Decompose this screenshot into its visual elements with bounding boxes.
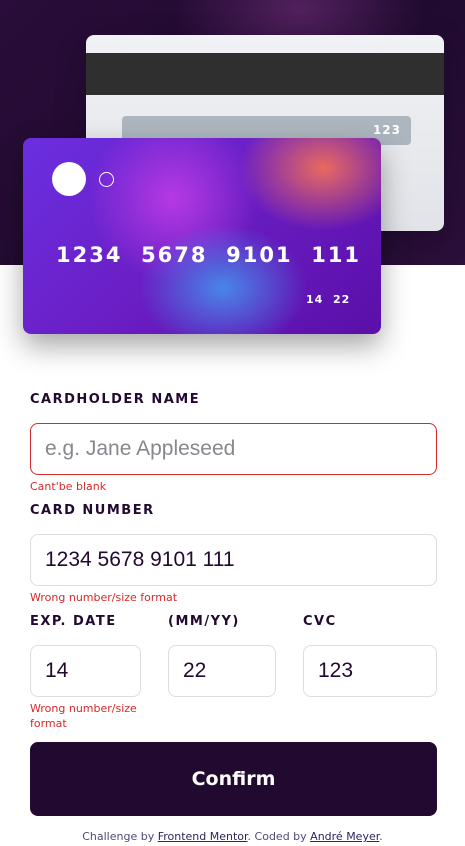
cardholder-name-field[interactable] bbox=[30, 423, 437, 475]
card-front: 1234 5678 9101 111 14 22 bbox=[23, 138, 381, 334]
card-logo-circle-large-icon bbox=[52, 162, 86, 196]
cvc-field[interactable] bbox=[303, 645, 437, 697]
card-back-cvc: 123 bbox=[372, 123, 401, 137]
exp-date-format-label: (MM/YY) bbox=[168, 614, 240, 629]
cvc-input[interactable] bbox=[318, 659, 422, 683]
confirm-button[interactable]: Confirm bbox=[30, 742, 437, 816]
footer-attribution: Challenge by Frontend Mentor. Coded by A… bbox=[0, 830, 465, 843]
card-number-field[interactable] bbox=[30, 534, 437, 586]
exp-year-field[interactable] bbox=[168, 645, 276, 697]
cardholder-name-error: Cant'be blank bbox=[30, 480, 107, 493]
card-logo-circle-small-icon bbox=[99, 172, 114, 187]
card-number-label: CARD NUMBER bbox=[30, 503, 155, 518]
card-front-exp-year: 22 bbox=[332, 293, 351, 306]
footer-prefix: Challenge by bbox=[82, 830, 158, 843]
author-link[interactable]: André Meyer bbox=[310, 830, 379, 843]
exp-date-error: Wrong number/size format bbox=[30, 702, 137, 730]
exp-date-label: EXP. DATE bbox=[30, 614, 117, 629]
exp-month-field[interactable] bbox=[30, 645, 141, 697]
exp-month-input[interactable] bbox=[45, 659, 126, 683]
cardholder-name-input[interactable] bbox=[45, 437, 422, 461]
cardholder-name-label: CARDHOLDER NAME bbox=[30, 392, 201, 407]
card-front-expiry: 14 22 bbox=[306, 293, 350, 306]
footer-suffix: . bbox=[379, 830, 383, 843]
card-front-number: 1234 5678 9101 111 bbox=[56, 243, 362, 267]
exp-year-input[interactable] bbox=[183, 659, 261, 683]
frontend-mentor-link[interactable]: Frontend Mentor bbox=[158, 830, 248, 843]
cvc-label: CVC bbox=[303, 614, 337, 629]
footer-middle: . Coded by bbox=[247, 830, 311, 843]
card-number-input[interactable] bbox=[45, 548, 422, 572]
card-number-error: Wrong number/size format bbox=[30, 591, 178, 604]
magnetic-stripe bbox=[86, 53, 444, 95]
card-front-exp-month: 14 bbox=[306, 293, 324, 306]
